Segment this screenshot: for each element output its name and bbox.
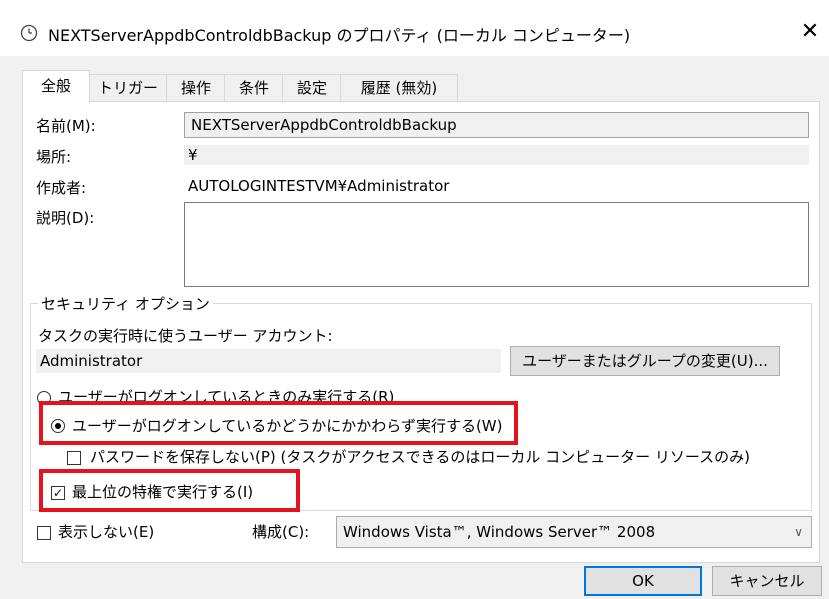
clock-icon bbox=[20, 24, 38, 42]
tab-triggers[interactable]: トリガー bbox=[88, 74, 168, 101]
highlight-run-whether-box bbox=[39, 401, 518, 445]
change-user-button[interactable]: ユーザーまたはグループの変更(U)... bbox=[510, 346, 780, 376]
account-field: Administrator bbox=[36, 349, 501, 373]
chevron-down-icon: ∨ bbox=[794, 525, 803, 539]
tab-settings[interactable]: 設定 bbox=[282, 74, 342, 101]
config-label: 構成(C): bbox=[252, 523, 310, 541]
security-group-title: セキュリティ オプション bbox=[38, 293, 213, 314]
tab-general[interactable]: 全般 bbox=[22, 70, 90, 103]
close-icon[interactable]: ✕ bbox=[796, 18, 824, 46]
config-combo[interactable]: Windows Vista™, Windows Server™ 2008 ∨ bbox=[336, 516, 812, 548]
title-bar: NEXTServerAppdbControldbBackup のプロパティ (ロ… bbox=[0, 0, 829, 56]
tab-conditions[interactable]: 条件 bbox=[224, 74, 284, 101]
highlight-highest-privileges-box bbox=[39, 469, 300, 512]
checkbox-no-store-password[interactable] bbox=[67, 451, 81, 465]
name-label: 名前(M): bbox=[36, 117, 96, 135]
tab-actions[interactable]: 操作 bbox=[166, 74, 226, 101]
description-textarea[interactable] bbox=[184, 202, 809, 287]
author-label: 作成者: bbox=[36, 179, 87, 197]
config-combo-value: Windows Vista™, Windows Server™ 2008 bbox=[343, 523, 656, 541]
window-title: NEXTServerAppdbControldbBackup のプロパティ (ロ… bbox=[48, 26, 631, 45]
checkbox-hidden[interactable] bbox=[37, 526, 51, 540]
task-properties-dialog: NEXTServerAppdbControldbBackup のプロパティ (ロ… bbox=[0, 0, 829, 599]
ok-button[interactable]: OK bbox=[584, 566, 702, 596]
cancel-button[interactable]: キャンセル bbox=[712, 566, 822, 596]
no-store-password-label: パスワードを保存しない(P) (タスクがアクセスできるのはローカル コンピュータ… bbox=[90, 448, 750, 466]
tab-history[interactable]: 履歴 (無効) bbox=[340, 74, 458, 101]
account-prompt: タスクの実行時に使うユーザー アカウント: bbox=[38, 327, 333, 345]
author-value: AUTOLOGINTESTVM¥Administrator bbox=[188, 177, 450, 195]
description-label: 説明(D): bbox=[36, 209, 95, 227]
location-label: 場所: bbox=[36, 148, 72, 166]
hidden-label: 表示しない(E) bbox=[58, 523, 155, 541]
name-field[interactable]: NEXTServerAppdbControldbBackup bbox=[184, 112, 809, 138]
location-field: ¥ bbox=[184, 145, 809, 165]
